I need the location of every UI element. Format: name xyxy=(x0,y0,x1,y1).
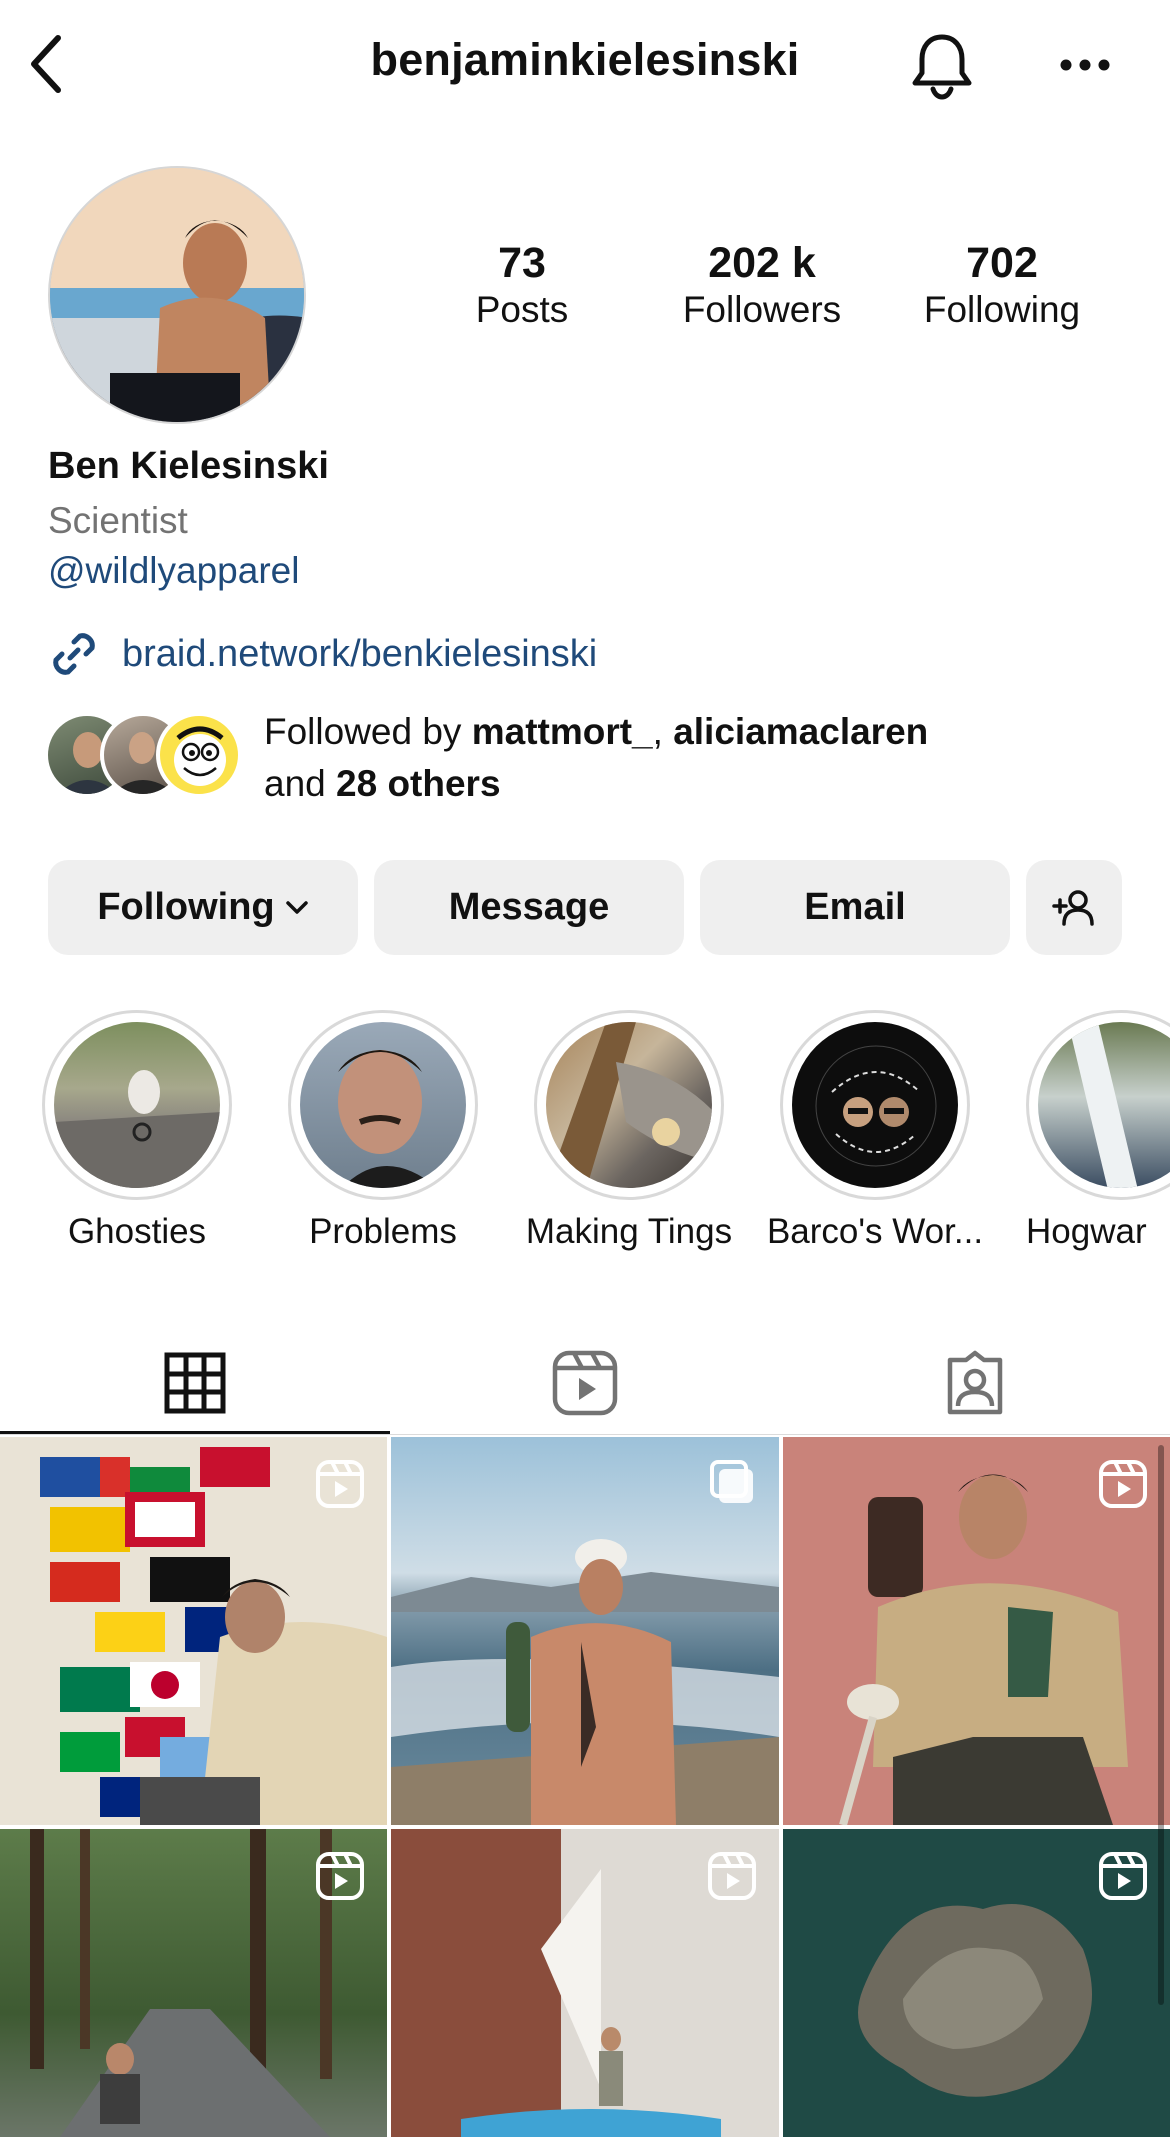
mutual-others-count: 28 others xyxy=(336,763,501,804)
post-tile[interactable] xyxy=(391,1437,779,1825)
bell-icon xyxy=(912,34,972,100)
reel-badge-icon xyxy=(708,1852,756,1900)
following-label: Following xyxy=(923,289,1081,330)
link-icon xyxy=(53,633,95,675)
post-tile[interactable] xyxy=(783,1829,1170,2137)
mutual-user-1: mattmort_ xyxy=(471,711,653,752)
followed-by-and: and xyxy=(264,763,337,804)
mutual-followers-avatars[interactable] xyxy=(44,712,244,802)
post-tile[interactable] xyxy=(0,1437,387,1825)
highlight-ring xyxy=(1026,1010,1170,1200)
grid-icon xyxy=(164,1352,226,1414)
followers-count: 202 k xyxy=(708,239,816,287)
highlight-problems[interactable]: Problems xyxy=(288,1010,478,1251)
tab-tagged[interactable] xyxy=(780,1333,1170,1433)
posts-label: Posts xyxy=(475,289,569,330)
avatar-photo xyxy=(50,168,304,422)
reel-badge-icon xyxy=(1099,1460,1147,1508)
reel-badge-icon xyxy=(1099,1852,1147,1900)
stat-following[interactable]: 702 Following xyxy=(897,238,1107,332)
posts-count: 73 xyxy=(498,239,546,287)
profile-mention-link[interactable]: @wildlyapparel xyxy=(48,550,299,592)
followed-by-prefix: Followed by xyxy=(264,711,472,752)
tab-posts-grid[interactable] xyxy=(0,1333,390,1433)
carousel-badge-icon xyxy=(710,1460,753,1503)
highlight-making-tings[interactable]: Making Tings xyxy=(526,1010,732,1251)
highlight-label: Hogwar xyxy=(1026,1212,1147,1251)
highlight-ring xyxy=(780,1010,970,1200)
stat-posts[interactable]: 73 Posts xyxy=(417,238,627,332)
following-button[interactable]: Following xyxy=(48,860,358,955)
tab-reels[interactable] xyxy=(390,1333,780,1433)
tagged-icon xyxy=(947,1350,1003,1415)
profile-avatar[interactable] xyxy=(48,166,306,424)
more-horizontal-icon xyxy=(1060,59,1110,71)
post-tile[interactable] xyxy=(783,1437,1170,1825)
followed-by-text[interactable]: Followed by mattmort_, aliciamaclaren an… xyxy=(264,706,928,810)
mutual-avatar-3 xyxy=(156,712,242,798)
post-tile[interactable] xyxy=(0,1829,387,2137)
highlight-ring xyxy=(288,1010,478,1200)
stat-followers[interactable]: 202 k Followers xyxy=(657,238,867,332)
more-options-button[interactable] xyxy=(1056,40,1114,90)
post-tile[interactable] xyxy=(391,1829,779,2137)
email-button[interactable]: Email xyxy=(700,860,1010,955)
highlight-ghosties[interactable]: Ghosties xyxy=(42,1010,232,1251)
profile-username-title: benjaminkielesinski xyxy=(370,34,800,85)
email-button-label: Email xyxy=(804,886,906,928)
message-button-label: Message xyxy=(448,886,610,928)
highlight-barcos-workout[interactable]: Barco's Wor... xyxy=(767,1010,983,1251)
tab-divider xyxy=(0,1434,1170,1435)
reels-icon xyxy=(552,1350,618,1416)
suggested-users-button[interactable] xyxy=(1026,860,1122,955)
profile-category: Scientist xyxy=(48,500,188,541)
website-url: braid.network/benkielesinski xyxy=(122,632,598,675)
followed-by-separator: , xyxy=(652,711,674,752)
reel-badge-icon xyxy=(316,1852,364,1900)
notifications-button[interactable] xyxy=(904,28,980,104)
reel-badge-icon xyxy=(316,1460,364,1508)
message-button[interactable]: Message xyxy=(374,860,684,955)
profile-name: Ben Kielesinski xyxy=(48,445,329,487)
following-count: 702 xyxy=(966,239,1038,287)
highlight-hogwarts[interactable]: Hogwar xyxy=(1026,1010,1170,1251)
chevron-down-icon xyxy=(285,900,308,914)
followers-label: Followers xyxy=(682,289,842,330)
highlight-ring xyxy=(534,1010,724,1200)
profile-website-link[interactable]: braid.network/benkielesinski xyxy=(48,628,597,680)
highlight-label: Barco's Wor... xyxy=(766,1212,984,1251)
highlight-ring xyxy=(42,1010,232,1200)
mutual-user-2: aliciamaclaren xyxy=(673,711,929,752)
scrollbar[interactable] xyxy=(1158,1445,1164,2005)
add-person-icon xyxy=(1052,889,1094,926)
following-button-label: Following xyxy=(97,886,275,928)
